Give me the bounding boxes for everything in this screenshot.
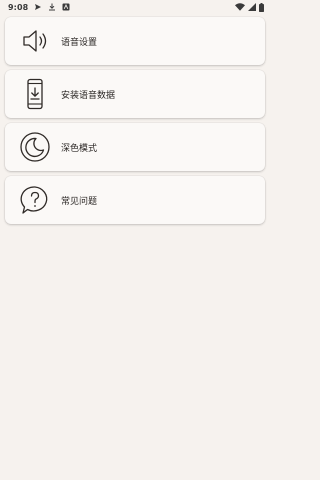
status-bar-left: 9:08 [8,3,70,12]
battery-icon [259,2,264,12]
menu-item-label: 常见问题 [61,196,98,207]
menu-item-label: 安装语音数据 [61,90,116,101]
download-icon [48,3,56,11]
menu-item-install-voice-data[interactable]: 安装语音数据 [5,70,265,118]
menu-item-faq[interactable]: 常见问题 [5,176,265,224]
menu-item-voice-settings[interactable]: 语音设置 [5,17,265,65]
signal-icon [248,3,256,11]
status-time: 9:08 [8,2,29,12]
speaker-icon [13,17,57,65]
app-badge-icon [62,3,70,11]
phone-download-icon [13,70,57,118]
status-bar: 9:08 [0,0,270,14]
menu-item-dark-mode[interactable]: 深色模式 [5,123,265,171]
menu-item-label: 深色模式 [61,143,98,154]
settings-menu: 语音设置 安装语音数据 深色模式 常见问题 [5,17,265,229]
moon-icon [13,123,57,171]
wifi-icon [235,3,245,11]
send-icon [34,3,42,11]
menu-item-label: 语音设置 [61,37,98,48]
status-bar-right [235,2,264,12]
question-bubble-icon [13,176,57,224]
